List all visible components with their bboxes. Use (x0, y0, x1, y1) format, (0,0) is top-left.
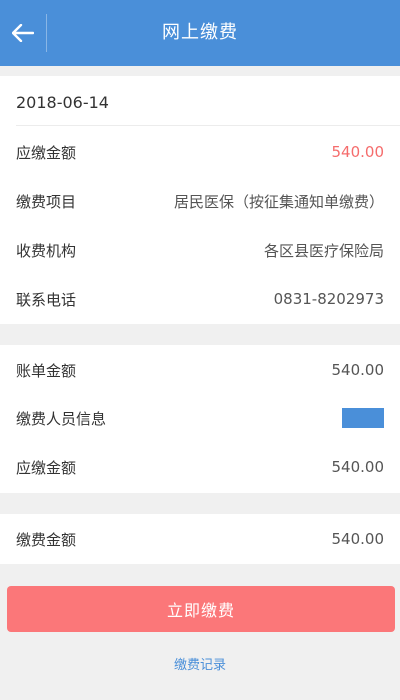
institution-label: 收费机构 (16, 241, 77, 260)
page-title: 网上缴费 (162, 22, 238, 43)
payment-amount-value: 540.00 (331, 530, 385, 548)
amount-due-row: 应缴金额 540.00 (16, 128, 384, 176)
payment-amount-label: 缴费金额 (16, 530, 77, 549)
contact-phone-value[interactable]: 0831-8202973 (274, 290, 384, 308)
payment-item-label: 缴费项目 (16, 192, 77, 211)
contact-phone-label: 联系电话 (16, 290, 77, 309)
payment-amount-row: 缴费金额 540.00 (16, 515, 384, 563)
bill-amount-value: 540.00 (331, 361, 385, 379)
payment-records-link[interactable]: 缴费记录 (0, 654, 400, 673)
bill-amount-label: 账单金额 (16, 361, 77, 380)
payer-info-row[interactable]: 缴费人员信息 (16, 394, 384, 442)
bill-date: 2018-06-14 (16, 92, 109, 112)
payer-info-placeholder (342, 408, 384, 428)
amount-due-label: 应缴金额 (16, 143, 77, 162)
amount-due-value-2: 540.00 (331, 458, 385, 476)
payment-amount-section: 缴费金额 540.00 (0, 514, 400, 564)
bill-amount-row: 账单金额 540.00 (16, 346, 384, 394)
payment-item-row: 缴费项目 居民医保（按征集通知单缴费） (16, 177, 384, 225)
app-header: 网上缴费 (0, 0, 400, 66)
institution-value: 各区县医疗保险局 (263, 241, 384, 260)
bill-date-row: 2018-06-14 (16, 78, 384, 126)
summary-section: 账单金额 540.00 缴费人员信息 应缴金额 540.00 (0, 345, 400, 493)
divider (16, 125, 400, 126)
payer-info-label: 缴费人员信息 (16, 409, 107, 428)
bill-details-section: 2018-06-14 应缴金额 540.00 缴费项目 居民医保（按征集通知单缴… (0, 76, 400, 324)
amount-due-row-2: 应缴金额 540.00 (16, 443, 384, 491)
institution-row: 收费机构 各区县医疗保险局 (16, 226, 384, 274)
payment-item-value: 居民医保（按征集通知单缴费） (173, 192, 384, 211)
pay-now-button[interactable]: 立即缴费 (7, 586, 395, 632)
amount-due-label-2: 应缴金额 (16, 458, 77, 477)
contact-phone-row: 联系电话 0831-8202973 (16, 275, 384, 323)
amount-due-value: 540.00 (331, 143, 385, 161)
